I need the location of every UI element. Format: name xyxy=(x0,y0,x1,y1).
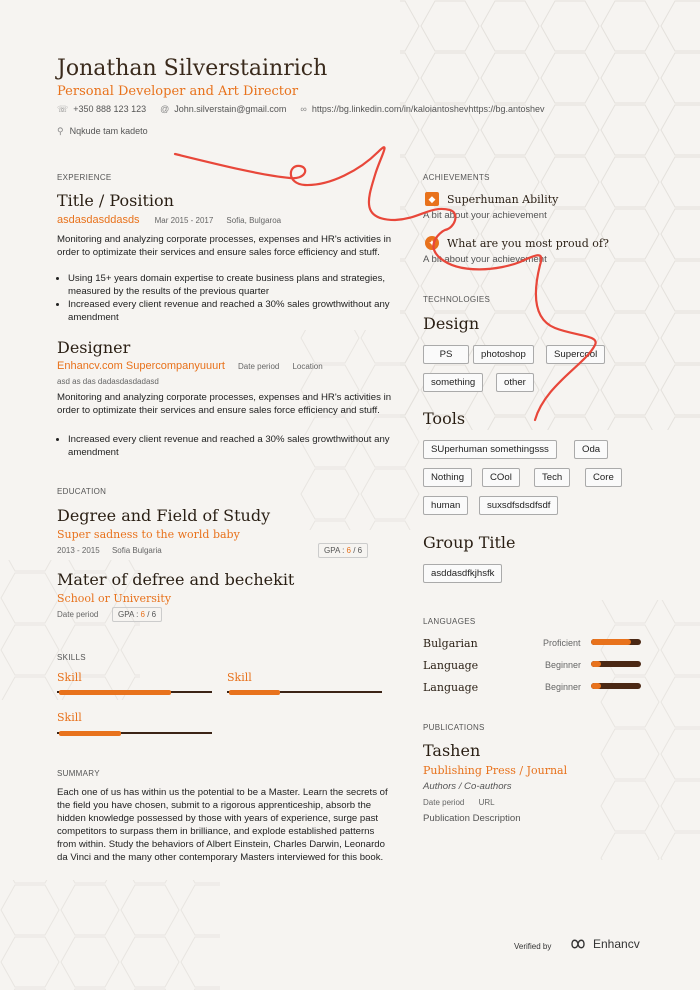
publication-publisher: Publishing Press / Journal xyxy=(423,764,568,777)
link-item[interactable]: ∞ https://bg.linkedin.com/in/kaloiantoshe… xyxy=(300,104,544,115)
tech-group-title: Design xyxy=(423,314,480,333)
cat-icon: ◆ xyxy=(425,192,439,206)
at-icon: @ xyxy=(160,104,170,114)
tag: other xyxy=(496,373,534,392)
tag: COol xyxy=(482,468,520,487)
tech-group-title: Group Title xyxy=(423,533,516,552)
skill-bar xyxy=(227,689,382,695)
skill-label: Skill xyxy=(227,671,252,684)
tag: PS xyxy=(423,345,469,364)
job-subtitle: asd as das dadasdasdadasd xyxy=(57,377,159,386)
languages-heading: LANGUAGES xyxy=(423,617,476,626)
language-level: Beginner xyxy=(545,682,582,692)
tag: Oda xyxy=(574,440,609,459)
experience-heading: EXPERIENCE xyxy=(57,173,112,182)
skill-bar xyxy=(57,730,212,736)
school-name: School or University xyxy=(57,592,172,605)
infinity-icon xyxy=(571,939,585,949)
achievement-title: Superhuman Ability xyxy=(447,193,559,206)
skill-fill xyxy=(59,689,171,695)
tag: Nothing xyxy=(423,468,473,487)
job-meta: asdasdasddasds Mar 2015 - 2017 Sofia, Bu… xyxy=(57,214,282,226)
school-name: Super sadness to the world baby xyxy=(57,528,240,541)
tag: human xyxy=(423,496,469,515)
achievement-desc: A bit about your achievement xyxy=(423,254,547,265)
language-bar xyxy=(591,661,641,667)
job-title: Designer xyxy=(57,338,131,357)
list-item: Using 15+ years domain expertise to crea… xyxy=(68,272,398,298)
publication-meta: Date period URL xyxy=(423,798,495,807)
edu-date: Date period xyxy=(57,610,99,619)
skill-label: Skill xyxy=(57,711,82,724)
tag: something xyxy=(423,373,484,392)
skill-fill xyxy=(59,730,121,736)
language-fill xyxy=(591,683,601,689)
language-level: Beginner xyxy=(545,660,582,670)
tag: Core xyxy=(585,468,622,487)
skill-fill xyxy=(229,689,280,695)
achievement-title: What are you most proud of? xyxy=(447,237,609,250)
language-fill xyxy=(591,661,601,667)
achievements-heading: ACHIEVEMENTS xyxy=(423,173,490,182)
job-description: Monitoring and analyzing corporate proce… xyxy=(57,392,392,416)
publication-description: Publication Description xyxy=(423,813,521,824)
summary-heading: SUMMARY xyxy=(57,769,100,778)
tag: Supercool xyxy=(546,345,606,364)
contact-row: ☏ +350 888 123 123 @ John.silverstain@gmai… xyxy=(57,104,545,115)
list-item: Increased every client revenue and reach… xyxy=(68,433,398,459)
phone-icon: ☏ xyxy=(57,104,69,114)
gpa-badge: GPA : 6 / 6 xyxy=(318,543,369,558)
award-icon: ✦ xyxy=(425,236,439,250)
publication-title: Tashen xyxy=(423,741,481,760)
tag: photoshop xyxy=(473,345,534,364)
skill-label: Skill xyxy=(57,671,82,684)
enhancv-logo[interactable]: Enhancv xyxy=(567,937,640,951)
tag: asddasdfkjhsfk xyxy=(423,564,503,583)
skills-heading: SKILLS xyxy=(57,653,86,662)
tag: suxsdfsdsdfsdf xyxy=(479,496,559,515)
language-level: Proficient xyxy=(543,638,581,648)
address-item: ⚲ Nqkude tam kadeto xyxy=(57,126,148,136)
link-icon: ∞ xyxy=(300,104,307,114)
publication-authors: Authors / Co-authors xyxy=(423,781,512,792)
location-pin-icon: ⚲ xyxy=(57,126,64,136)
language-bar xyxy=(591,683,641,689)
degree-title: Mater of defree and bechekit xyxy=(57,570,295,589)
language-bar xyxy=(591,639,641,645)
achievement-desc: A bit about your achievement xyxy=(423,210,547,221)
publications-heading: PUBLICATIONS xyxy=(423,723,485,732)
skill-bar xyxy=(57,689,212,695)
summary-text: Each one of us has within us the potenti… xyxy=(57,787,388,863)
email-item[interactable]: @ John.silverstain@gmail.com xyxy=(160,104,286,115)
technologies-heading: TECHNOLOGIES xyxy=(423,295,491,304)
language-fill xyxy=(591,639,631,645)
tech-group-title: Tools xyxy=(423,409,466,428)
job-bullets: Increased every client revenue and reach… xyxy=(57,433,398,459)
list-item: Increased every client revenue and reach… xyxy=(68,298,398,324)
job-meta: Enhancv.com Supercompanyuuurt Date perio… xyxy=(57,360,323,372)
gpa-badge: GPA : 6 / 6 xyxy=(112,607,163,622)
tag: Tech xyxy=(534,468,571,487)
language-name: Bulgarian xyxy=(423,637,478,650)
candidate-title: Personal Developer and Art Director xyxy=(57,84,299,99)
tag: SUperhuman somethingsss xyxy=(423,440,557,459)
language-name: Language xyxy=(423,659,479,672)
degree-title: Degree and Field of Study xyxy=(57,506,271,525)
verified-label: Verified by xyxy=(514,942,552,951)
education-heading: EDUCATION xyxy=(57,487,107,496)
job-description: Monitoring and analyzing corporate proce… xyxy=(57,234,392,258)
candidate-name: Jonathan Silverstainrich xyxy=(57,56,328,81)
job-bullets: Using 15+ years domain expertise to crea… xyxy=(57,272,398,324)
edu-meta: 2013 - 2015 Sofia Bulgaria xyxy=(57,546,162,555)
job-title: Title / Position xyxy=(57,191,174,210)
phone-item: ☏ +350 888 123 123 xyxy=(57,104,147,114)
language-name: Language xyxy=(423,681,479,694)
